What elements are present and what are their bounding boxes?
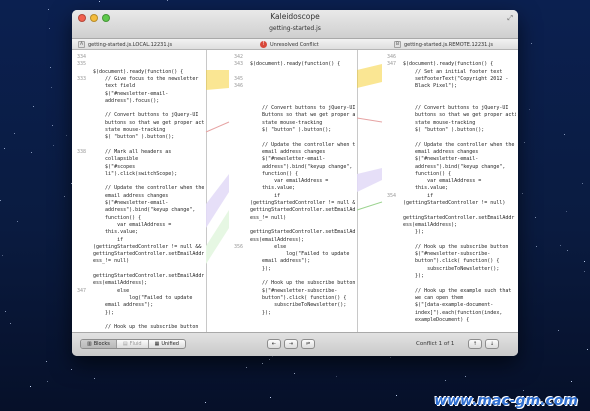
star (270, 397, 272, 399)
star (9, 323, 11, 325)
conflict-navigation: ↑ ↓ (468, 339, 499, 349)
right-badge: B (394, 41, 401, 48)
merge-controls: ⇤ ⇥ ⇌ (267, 339, 315, 349)
connector-pink (205, 121, 230, 133)
star (48, 28, 50, 30)
connector-purple-right (357, 168, 382, 192)
view-mode-control: ▥ Blocks ▤ Fluid ▦ Unified (80, 339, 186, 349)
fluid-mode-button[interactable]: ▤ Fluid (117, 340, 149, 348)
title-bar: Kaleidoscope getting-started.js ⤢ (72, 10, 518, 39)
star (523, 389, 525, 391)
blocks-icon: ▥ (87, 341, 92, 347)
unified-label: Unified (161, 341, 179, 347)
star (269, 358, 271, 360)
star (4, 310, 6, 312)
star (2, 254, 4, 256)
star (571, 380, 573, 382)
right-file-name: getting-started.js.REMOTE.12231.js (404, 41, 493, 48)
star (50, 86, 52, 88)
blocks-mode-button[interactable]: ▥ Blocks (81, 340, 117, 348)
fullscreen-icon[interactable]: ⤢ (507, 14, 513, 23)
unified-icon: ▦ (154, 341, 160, 347)
star (4, 147, 6, 149)
star (17, 220, 19, 222)
star (559, 244, 561, 246)
star (70, 369, 72, 371)
star (563, 133, 565, 135)
next-conflict-button[interactable]: ↓ (485, 339, 499, 349)
merge-options-button[interactable]: ⇌ (301, 339, 315, 349)
bottom-toolbar: ▥ Blocks ▤ Fluid ▦ Unified ⇤ ⇥ ⇌ Conflict 1… (72, 332, 518, 356)
star (30, 151, 32, 153)
star (167, 0, 169, 1)
connector-pink-right (356, 117, 383, 123)
star (581, 183, 583, 185)
star (395, 394, 397, 396)
path-bar: A getting-started.js.LOCAL.12231.js ! Un… (72, 39, 518, 50)
unified-mode-button[interactable]: ▦ Unified (149, 340, 185, 348)
star (558, 329, 560, 331)
conflict-counter: Conflict 1 of 1 (416, 341, 455, 347)
star (246, 367, 248, 369)
blocks-label: Blocks (93, 341, 110, 347)
star (0, 200, 2, 202)
star (534, 217, 536, 219)
star (66, 134, 68, 136)
fluid-label: Fluid (129, 341, 142, 347)
star (389, 357, 391, 359)
star (33, 105, 35, 107)
star (566, 211, 568, 213)
star (294, 372, 296, 374)
left-file-label[interactable]: A getting-started.js.LOCAL.12231.js (78, 41, 172, 48)
watermark: www.mac-gm.com (434, 393, 578, 409)
star (531, 43, 533, 45)
star (535, 246, 537, 248)
fluid-icon: ▤ (122, 341, 128, 347)
star (98, 1, 100, 3)
right-file-label[interactable]: B getting-started.js.REMOTE.12231.js (394, 41, 493, 48)
star (50, 67, 52, 69)
star (64, 196, 66, 198)
star (528, 108, 530, 110)
star (52, 125, 54, 127)
star (567, 250, 569, 252)
star (444, 379, 446, 381)
star (48, 8, 50, 10)
conflict-status: ! Unresolved Conflict (260, 41, 319, 48)
kaleidoscope-window: Kaleidoscope getting-started.js ⤢ A gett… (72, 10, 518, 356)
left-badge: A (78, 41, 85, 48)
change-connectors (205, 64, 383, 264)
merge-right-button[interactable]: ⇥ (284, 339, 298, 349)
window-title: Kaleidoscope (270, 12, 320, 21)
star (586, 348, 588, 350)
connector-green-right (356, 201, 383, 211)
connector-yellow-left (206, 70, 229, 90)
star (46, 380, 48, 382)
star (261, 362, 263, 364)
file-name: getting-started.js (269, 25, 321, 32)
merge-left-button[interactable]: ⇤ (267, 339, 281, 349)
diff-panes: 334 335 $(document).ready(function() {333 … (72, 50, 518, 332)
conflict-icon: ! (260, 41, 267, 48)
star (524, 141, 526, 143)
star (584, 270, 586, 272)
star (46, 361, 48, 363)
star (584, 261, 586, 263)
star (14, 133, 16, 134)
star (336, 375, 338, 377)
previous-conflict-button[interactable]: ↑ (468, 339, 482, 349)
star (464, 375, 466, 377)
star (29, 385, 31, 387)
left-file-name: getting-started.js.LOCAL.12231.js (88, 41, 173, 48)
connector-yellow-right (357, 64, 382, 88)
star (204, 401, 206, 403)
star (521, 193, 523, 195)
conflict-status-text: Unresolved Conflict (270, 41, 319, 48)
star (52, 144, 54, 146)
star (93, 378, 95, 380)
